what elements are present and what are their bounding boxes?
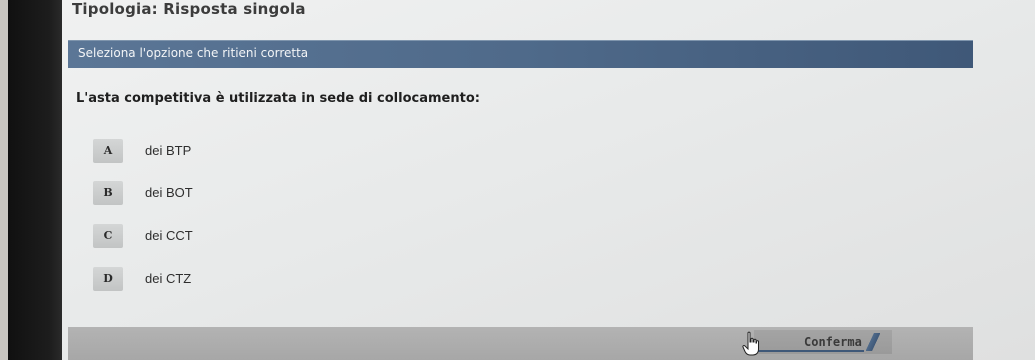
confirm-underline	[754, 350, 864, 352]
option-letter-a[interactable]: A	[93, 139, 123, 163]
option-letter-c[interactable]: C	[93, 224, 123, 248]
option-text-a[interactable]: dei BTP	[145, 143, 191, 158]
page-title: Tipologia: Risposta singola	[72, 0, 306, 18]
hand-pointer-icon	[742, 331, 759, 356]
option-text-b[interactable]: dei BOT	[145, 185, 193, 200]
confirm-button[interactable]: Conferma	[754, 330, 892, 354]
option-letter-b[interactable]: B	[93, 181, 123, 205]
option-text-d[interactable]: dei CTZ	[145, 271, 191, 286]
option-text-c[interactable]: dei CCT	[145, 228, 193, 243]
option-letter-d[interactable]: D	[93, 267, 123, 291]
confirm-slash-icon	[865, 333, 880, 351]
question-text: L'asta competitiva è utilizzata in sede …	[76, 91, 480, 106]
footer-bar: Conferma	[68, 327, 973, 360]
instruction-text: Seleziona l'opzione che ritieni corretta	[78, 46, 309, 60]
monitor-bezel	[0, 0, 62, 360]
instruction-bar: Seleziona l'opzione che ritieni corretta	[68, 40, 973, 68]
